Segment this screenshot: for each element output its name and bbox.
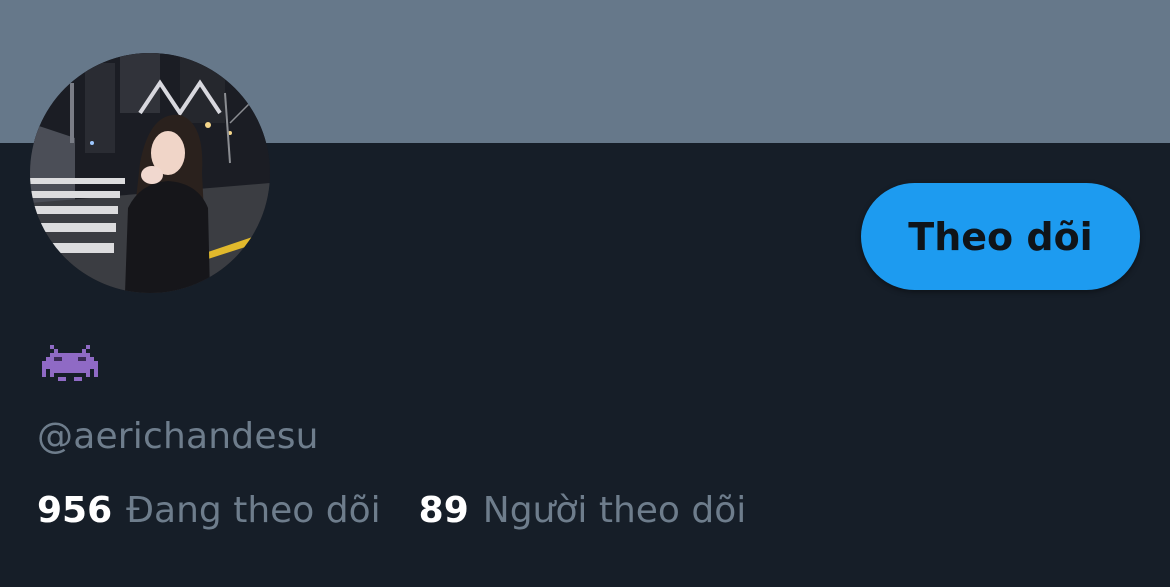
followers-label: Người theo dõi	[482, 490, 747, 531]
profile-stats: 956 Đang theo dõi 89 Người theo dõi	[37, 490, 746, 531]
following-count: 956	[37, 490, 113, 531]
followers-link[interactable]: 89 Người theo dõi	[419, 490, 747, 531]
follow-button[interactable]: Theo dõi	[861, 183, 1140, 290]
profile-handle: @aerichandesu	[37, 416, 319, 457]
followers-count: 89	[418, 490, 469, 531]
display-name	[38, 344, 102, 398]
following-label: Đang theo dõi	[126, 490, 381, 531]
alien-monster-icon	[42, 345, 98, 381]
avatar[interactable]	[30, 53, 270, 293]
following-link[interactable]: 956 Đang theo dõi	[37, 490, 381, 531]
avatar-photo	[30, 53, 270, 293]
